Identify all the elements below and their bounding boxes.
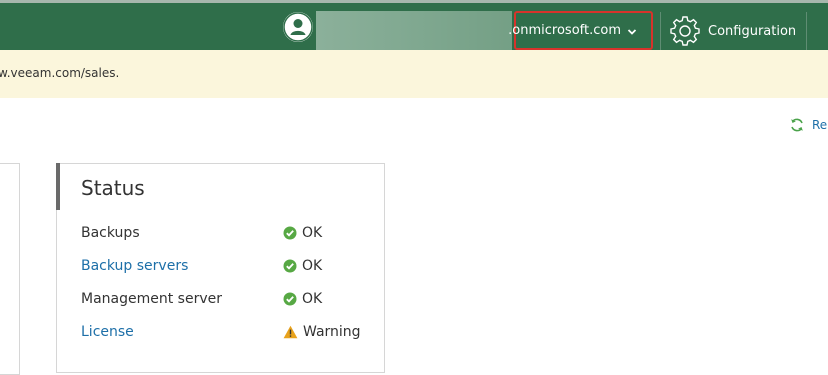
status-row-value: OK: [283, 258, 322, 274]
header-divider: [660, 12, 661, 50]
refresh-label: Re: [812, 118, 828, 132]
tenant-label: .onmicrosoft.com: [508, 23, 621, 38]
status-value-text: OK: [302, 258, 323, 274]
warning-triangle-icon: [283, 325, 298, 339]
status-row-value: OK: [283, 291, 322, 307]
gear-icon: [668, 14, 702, 48]
status-panel: Status Backups OK Backup servers OK Mana…: [56, 163, 385, 373]
left-summary-panel: [0, 163, 20, 375]
status-row-license: License Warning: [81, 324, 381, 344]
status-row-label: Management server: [81, 291, 222, 307]
configuration-label: Configuration: [708, 23, 797, 39]
ok-check-icon: [283, 259, 297, 273]
user-avatar-icon[interactable]: [283, 12, 313, 42]
ok-check-icon: [283, 292, 297, 306]
configuration-button[interactable]: Configuration: [668, 12, 796, 50]
user-name-redacted: [316, 11, 512, 50]
backup-servers-link[interactable]: Backup servers: [81, 258, 188, 274]
status-value-text: OK: [302, 291, 323, 307]
chevron-down-icon: [627, 26, 637, 36]
status-value-text: Warning: [303, 324, 361, 340]
refresh-link[interactable]: Re: [789, 117, 827, 133]
notification-banner: w.veeam.com/sales.: [0, 50, 828, 98]
license-link[interactable]: License: [81, 324, 134, 340]
banner-text: w.veeam.com/sales.: [0, 66, 120, 80]
tenant-selector[interactable]: .onmicrosoft.com: [508, 11, 653, 50]
status-row-management-server: Management server OK: [81, 291, 381, 311]
header-divider-right: [806, 12, 807, 50]
status-title: Status: [81, 176, 145, 200]
status-row-value: OK: [283, 225, 322, 241]
status-accent-bar: [56, 163, 60, 210]
status-row-label: Backups: [81, 225, 140, 241]
status-row-backups: Backups OK: [81, 225, 381, 245]
ok-check-icon: [283, 226, 297, 240]
status-row-backup-servers: Backup servers OK: [81, 258, 381, 278]
status-row-value: Warning: [283, 324, 361, 340]
refresh-icon: [791, 118, 803, 132]
status-value-text: OK: [302, 225, 323, 241]
top-header-bar: .onmicrosoft.com Configuration: [0, 0, 828, 50]
